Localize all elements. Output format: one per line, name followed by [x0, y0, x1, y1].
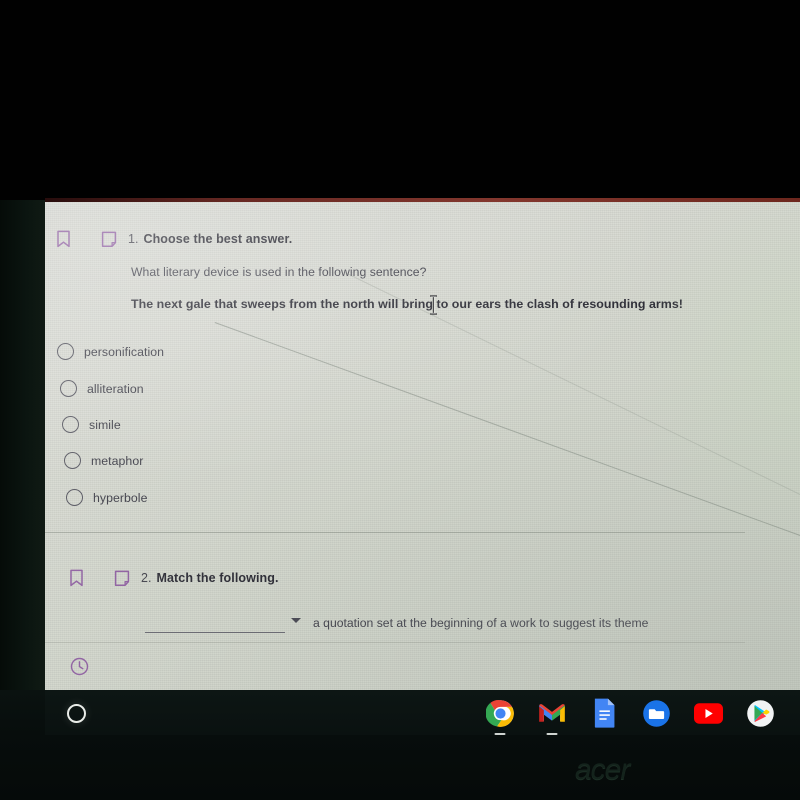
chrome-icon [485, 699, 514, 727]
match-definition-text: a quotation set at the beginning of a wo… [313, 615, 649, 630]
shelf-app-files[interactable] [641, 698, 671, 728]
app-running-indicator [494, 732, 506, 735]
radio-hyperbole[interactable] [66, 489, 83, 506]
option-alliteration[interactable]: alliteration [60, 380, 144, 397]
radio-alliteration[interactable] [60, 380, 77, 397]
quiz-page: 1. Choose the best answer. What literary… [45, 202, 800, 690]
acer-brand-logo: acer [575, 753, 630, 786]
option-personification[interactable]: personification [57, 343, 164, 360]
option-simile[interactable]: simile [62, 416, 121, 433]
chromeos-shelf [45, 690, 800, 735]
question-1-prompt: What literary device is used in the foll… [131, 265, 427, 279]
option-label: personification [84, 344, 165, 359]
question-1-header: 1. Choose the best answer. [50, 226, 292, 252]
files-icon [642, 699, 670, 727]
option-hyperbole[interactable]: hyperbole [66, 489, 147, 506]
bookmark-icon[interactable] [63, 565, 89, 591]
match-dropdown[interactable] [145, 612, 301, 633]
option-label: metaphor [91, 453, 144, 468]
radio-personification[interactable] [57, 343, 74, 360]
youtube-icon [693, 702, 723, 724]
note-icon[interactable] [96, 226, 122, 252]
launcher-button[interactable] [67, 704, 86, 723]
shelf-app-chrome[interactable] [485, 698, 515, 735]
text-cursor [429, 295, 438, 320]
shelf-app-play-store[interactable] [745, 698, 775, 728]
question-2-header: 2. Match the following. [63, 565, 279, 591]
option-label: hyperbole [93, 490, 148, 505]
section-divider [45, 532, 745, 533]
option-label: alliteration [87, 381, 144, 396]
note-icon[interactable] [109, 565, 135, 591]
question-1-title: Choose the best answer. [143, 232, 293, 246]
radio-simile[interactable] [62, 416, 79, 433]
question-1-sentence: The next gale that sweeps from the north… [131, 297, 683, 311]
app-running-indicator [546, 732, 558, 735]
question-1-number: 1. [128, 232, 139, 246]
option-metaphor[interactable]: metaphor [64, 452, 143, 469]
bezel-top [0, 0, 800, 200]
option-label: simile [89, 417, 121, 432]
shelf-app-docs[interactable] [589, 698, 619, 728]
radio-metaphor[interactable] [64, 452, 81, 469]
match-row: a quotation set at the beginning of a wo… [145, 612, 648, 633]
question-2-title: Match the following. [156, 571, 279, 585]
section-divider [45, 642, 745, 643]
question-2-number: 2. [141, 571, 152, 585]
chevron-down-icon [291, 618, 301, 623]
shelf-app-gmail[interactable] [537, 698, 567, 735]
photo-of-laptop: 1. Choose the best answer. What literary… [0, 0, 800, 800]
bookmark-icon[interactable] [50, 226, 76, 252]
clock-icon[interactable] [70, 657, 89, 681]
shelf-app-list [485, 693, 775, 735]
docs-icon [594, 698, 615, 728]
laptop-screen: 1. Choose the best answer. What literary… [45, 202, 800, 690]
gmail-icon [539, 704, 565, 722]
shelf-app-youtube[interactable] [693, 698, 723, 728]
bezel-left [0, 200, 45, 695]
play-icon [746, 699, 774, 727]
